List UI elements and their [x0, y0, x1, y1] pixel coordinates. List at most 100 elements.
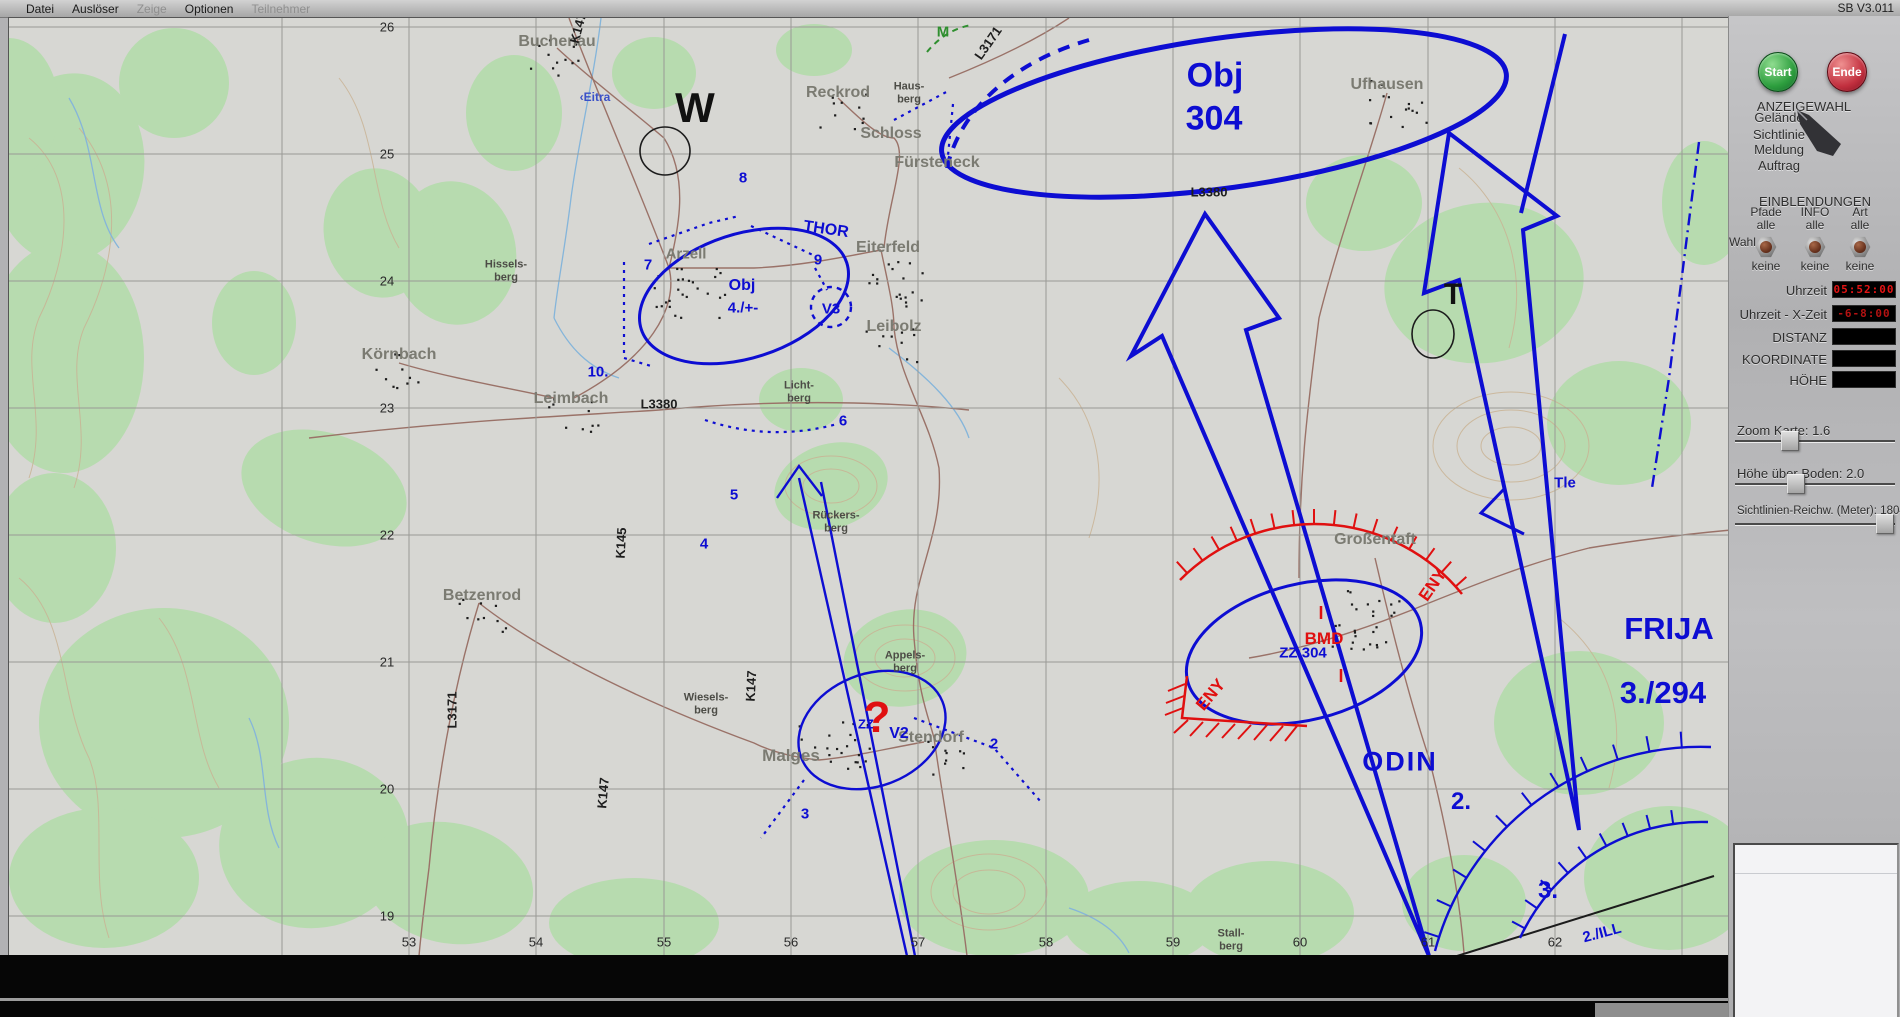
menu-item-optionen[interactable]: Optionen [185, 2, 234, 16]
field-label: KOORDINATE [1742, 352, 1827, 367]
menu-item-auslöser[interactable]: Auslöser [72, 2, 119, 16]
menu-item-teilnehmer: Teilnehmer [251, 1, 311, 16]
pfade-knob[interactable] [1755, 236, 1777, 258]
map-label: 10. [587, 363, 609, 381]
grid-col-label: 54 [528, 934, 544, 950]
map-label: 3./294 [1619, 675, 1707, 710]
map-label: M [936, 23, 950, 41]
x-zeit-display: -6-8:00 [1832, 305, 1896, 322]
menu-bar: Datei Auslöser Zeige Optionen Teilnehmer SB … [0, 0, 1900, 18]
column-alle-label: alle [1756, 218, 1776, 232]
map-label: Betzenrod [442, 587, 522, 604]
anzeige-item-auftrag[interactable]: Auftrag [1729, 158, 1829, 173]
field-distanz: DISTANZ [1729, 328, 1899, 346]
info-panel-divider [1735, 873, 1897, 874]
anzeige-item-sichtlinie[interactable]: Sichtlinie [1729, 127, 1829, 142]
info-panel [1733, 843, 1899, 1017]
map-terrain [9, 18, 1731, 956]
grid-col-label: 56 [783, 934, 799, 950]
map-label: V2 [889, 725, 909, 742]
console-gray-block [1595, 1003, 1728, 1017]
map-label: K147 [742, 670, 760, 702]
sichtlinien-reichweite-slider-thumb[interactable] [1876, 514, 1894, 534]
control-panel: Start Ende ANZEIGEWAHL Gelände Sichtlini… [1728, 16, 1900, 1017]
map-label: Buchenau [518, 33, 596, 50]
map-label: Obj [1186, 56, 1244, 95]
field-uhrzeit: Uhrzeit 05:52:00 [1729, 281, 1899, 299]
menu-items: Datei Auslöser Zeige Optionen Teilnehmer [26, 2, 328, 16]
map-label: 304 [1185, 99, 1243, 138]
map-label: L3171 [444, 691, 460, 729]
map-label: Körnbach [361, 346, 437, 363]
column-keine-label: keine [1845, 259, 1875, 273]
map-label: Licht-berg [784, 379, 814, 404]
grid-col-label: 57 [910, 934, 926, 950]
map-label: 9 [813, 251, 823, 269]
grid-row-label: 20 [379, 781, 395, 797]
hoehe-display [1832, 371, 1896, 388]
uhrzeit-display: 05:52:00 [1832, 281, 1896, 298]
app-version: SB V3.011 [1837, 1, 1894, 15]
slider-value: 2.0 [1846, 466, 1865, 481]
map-label: Appels-berg [884, 649, 926, 674]
map-label: BMD [1304, 629, 1344, 648]
map-label: 6 [838, 412, 848, 430]
grid-col-label: 55 [656, 934, 672, 950]
map-label: 2. [1450, 788, 1472, 815]
hoehe-ueber-boden-slider[interactable] [1735, 483, 1895, 486]
map-label: Großentaft [1334, 531, 1416, 548]
grid-col-label: 53 [401, 934, 417, 950]
map-label: Reckrod [805, 84, 871, 101]
map-canvas[interactable]: Buchenau Reckrod Schloss Fürsteneck Arzell Ei… [8, 17, 1732, 957]
map-label: T [1443, 278, 1463, 311]
map-label: 4 [699, 535, 709, 553]
field-hoehe: HÖHE [1729, 371, 1899, 389]
map-label: Eiterfeld [855, 239, 921, 256]
map-label: 7 [643, 256, 653, 274]
map-label: Wiesels-berg [683, 691, 729, 716]
art-knob[interactable] [1849, 236, 1871, 258]
map-label: 4./+- [727, 299, 759, 317]
ende-button[interactable]: Ende [1827, 52, 1867, 92]
anzeige-item-meldung[interactable]: Meldung [1729, 142, 1829, 157]
map-label: Tle [1554, 474, 1576, 492]
grid-row-label: 22 [379, 527, 395, 543]
map-label: 3 [800, 805, 810, 823]
console-divider [0, 998, 1728, 1001]
field-koordinate: KOORDINATE [1729, 350, 1899, 368]
map-label: ? [863, 693, 891, 742]
zoom-karte-slider[interactable] [1735, 440, 1895, 443]
map-label: 8 [738, 169, 748, 187]
distanz-display [1832, 328, 1896, 345]
grid-row-label: 26 [379, 19, 395, 35]
zoom-karte-slider-thumb[interactable] [1781, 431, 1799, 451]
grid-col-label: 58 [1038, 934, 1054, 950]
grid-row-label: 24 [379, 273, 395, 289]
einblendung-column-art: Art alle keine [1836, 206, 1884, 273]
map-label: Leimbach [533, 390, 609, 407]
sichtlinien-reichweite-slider[interactable] [1735, 523, 1895, 526]
map-label: Fürsteneck [894, 154, 980, 171]
map-label: ‹Eitra [579, 90, 611, 104]
map-label: Arzell [665, 245, 707, 263]
field-label: HÖHE [1789, 373, 1827, 388]
column-keine-label: keine [1800, 259, 1830, 273]
map-label: V3 [821, 300, 841, 318]
console-bar [0, 955, 1728, 1017]
map-label: Rückers-berg [812, 509, 860, 534]
wahl-label: Wahl [1729, 235, 1756, 249]
anzeige-item-gelaende[interactable]: Gelände [1729, 110, 1829, 125]
grid-col-label: 59 [1165, 934, 1181, 950]
grid-col-label: 62 [1547, 934, 1563, 950]
map-label: Schloss [860, 125, 922, 142]
column-alle-label: alle [1850, 218, 1870, 232]
menu-item-datei[interactable]: Datei [26, 2, 54, 16]
grid-row-label: 19 [379, 908, 395, 924]
map-label: Haus-berg [893, 80, 925, 105]
hoehe-ueber-boden-slider-thumb[interactable] [1787, 474, 1805, 494]
map-label: FRIJA [1624, 611, 1714, 646]
info-knob[interactable] [1804, 236, 1826, 258]
map-label: K145 [612, 527, 630, 559]
start-button[interactable]: Start [1758, 52, 1798, 92]
field-uhrzeit-x-zeit: Uhrzeit - X-Zeit -6-8:00 [1729, 305, 1899, 323]
